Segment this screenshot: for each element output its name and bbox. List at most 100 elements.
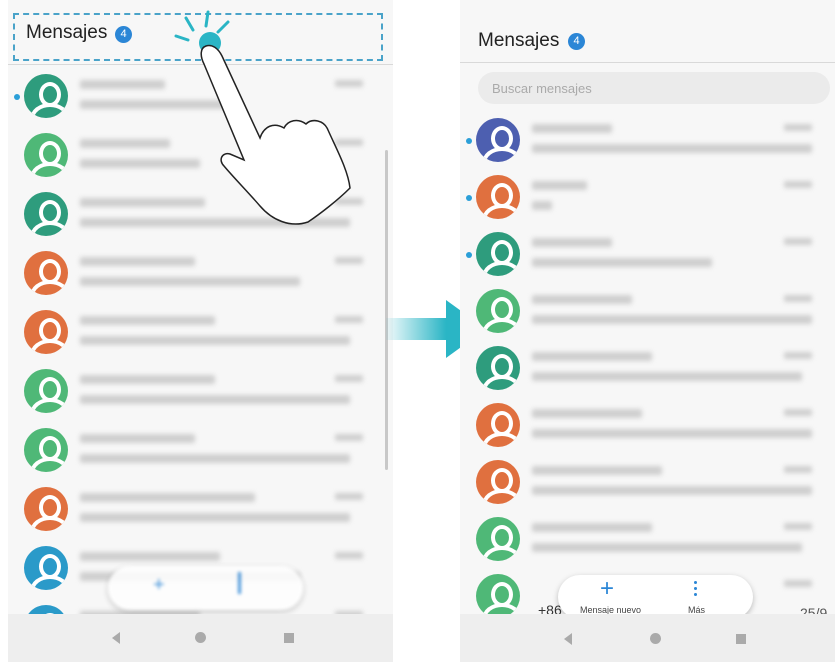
blurred-sender xyxy=(532,352,652,361)
blurred-sender xyxy=(80,257,195,266)
new-message-button[interactable]: + Mensaje nuevo xyxy=(558,575,658,619)
message-row[interactable] xyxy=(8,361,383,425)
message-row[interactable] xyxy=(460,395,832,459)
hand-pointer-icon xyxy=(200,44,351,225)
avatar-icon xyxy=(24,310,68,354)
blurred-sender xyxy=(80,316,215,325)
avatar-icon xyxy=(24,192,68,236)
message-row[interactable] xyxy=(460,110,832,174)
blurred-sender xyxy=(532,466,662,475)
blurred-preview xyxy=(80,513,350,522)
left-navigation-bar xyxy=(8,614,393,662)
message-row[interactable] xyxy=(8,302,383,366)
message-row[interactable] xyxy=(460,452,832,516)
blurred-preview xyxy=(532,315,812,324)
avatar-icon xyxy=(24,133,68,177)
arrow-right-icon xyxy=(386,318,446,340)
search-placeholder: Buscar mensajes xyxy=(492,81,592,96)
home-icon[interactable] xyxy=(195,632,206,643)
left-scrollbar[interactable] xyxy=(385,150,388,470)
blurred-time xyxy=(784,181,812,188)
avatar-icon xyxy=(24,546,68,590)
blurred-sender xyxy=(532,523,652,532)
unread-dot xyxy=(14,94,20,100)
left-more-icon[interactable] xyxy=(238,572,241,594)
avatar-icon xyxy=(476,403,520,447)
blurred-sender xyxy=(80,434,195,443)
plus-icon: + xyxy=(600,575,615,602)
avatar-icon xyxy=(476,175,520,219)
more-button[interactable]: Más xyxy=(668,575,728,619)
blurred-time xyxy=(784,523,812,530)
home-icon[interactable] xyxy=(650,633,661,644)
avatar-icon xyxy=(24,428,68,472)
back-icon[interactable] xyxy=(564,633,572,645)
blurred-preview xyxy=(532,201,552,210)
blurred-time xyxy=(784,466,812,473)
blurred-time xyxy=(784,580,812,587)
recents-icon[interactable] xyxy=(736,634,746,644)
message-row[interactable] xyxy=(8,243,383,307)
avatar-icon xyxy=(24,74,68,118)
unread-dot xyxy=(466,195,472,201)
blurred-time xyxy=(784,124,812,131)
blurred-sender xyxy=(532,409,642,418)
blurred-sender xyxy=(80,375,215,384)
blurred-preview xyxy=(532,429,812,438)
blurred-time xyxy=(335,316,363,323)
search-input[interactable]: Buscar mensajes xyxy=(478,72,830,104)
message-row[interactable] xyxy=(460,509,832,573)
blurred-sender xyxy=(532,295,632,304)
blurred-preview xyxy=(532,543,802,552)
avatar-icon xyxy=(24,369,68,413)
avatar-icon xyxy=(476,517,520,561)
blurred-time xyxy=(335,493,363,500)
message-row[interactable] xyxy=(8,479,383,543)
message-row[interactable] xyxy=(460,281,832,345)
message-row[interactable] xyxy=(460,224,832,288)
blurred-sender xyxy=(532,238,612,247)
avatar-icon xyxy=(476,118,520,162)
gesture-overlay xyxy=(174,10,351,225)
blurred-sender xyxy=(80,80,165,89)
blurred-preview xyxy=(80,395,350,404)
blurred-preview xyxy=(532,372,802,381)
message-row[interactable] xyxy=(460,167,832,231)
blurred-preview xyxy=(532,258,712,267)
blurred-preview xyxy=(80,277,300,286)
blurred-time xyxy=(335,434,363,441)
avatar-icon xyxy=(476,232,520,276)
avatar-icon xyxy=(24,487,68,531)
left-plus-icon[interactable]: + xyxy=(153,574,165,597)
right-page-title: Mensajes xyxy=(478,30,560,51)
more-vertical-icon xyxy=(694,581,697,584)
avatar-icon xyxy=(476,574,520,618)
avatar-icon xyxy=(476,289,520,333)
recents-icon[interactable] xyxy=(284,633,294,643)
avatar-icon xyxy=(476,460,520,504)
blurred-sender xyxy=(532,181,587,190)
blurred-preview xyxy=(532,144,812,153)
right-header: Mensajes 4 xyxy=(460,0,835,62)
blurred-preview xyxy=(80,454,350,463)
blurred-time xyxy=(784,238,812,245)
right-unread-badge: 4 xyxy=(568,33,585,50)
left-fab-bar[interactable]: + xyxy=(108,566,303,610)
message-row[interactable] xyxy=(8,420,383,484)
fab-bar: + Mensaje nuevo Más xyxy=(558,575,753,619)
touch-ripple-icon xyxy=(174,10,230,54)
message-row[interactable] xyxy=(460,338,832,402)
blurred-preview xyxy=(80,336,350,345)
blurred-sender xyxy=(80,139,170,148)
right-phone-screen: Mensajes 4 Buscar mensajes +86 25/9 + Me… xyxy=(460,0,835,662)
blurred-time xyxy=(335,375,363,382)
right-navigation-bar xyxy=(460,614,835,662)
back-icon[interactable] xyxy=(112,632,120,644)
blurred-time xyxy=(784,352,812,359)
blurred-preview xyxy=(532,486,812,495)
blurred-sender xyxy=(80,552,220,561)
right-header-divider xyxy=(460,62,835,63)
unread-dot xyxy=(466,138,472,144)
unread-dot xyxy=(466,252,472,258)
blurred-time xyxy=(335,552,363,559)
